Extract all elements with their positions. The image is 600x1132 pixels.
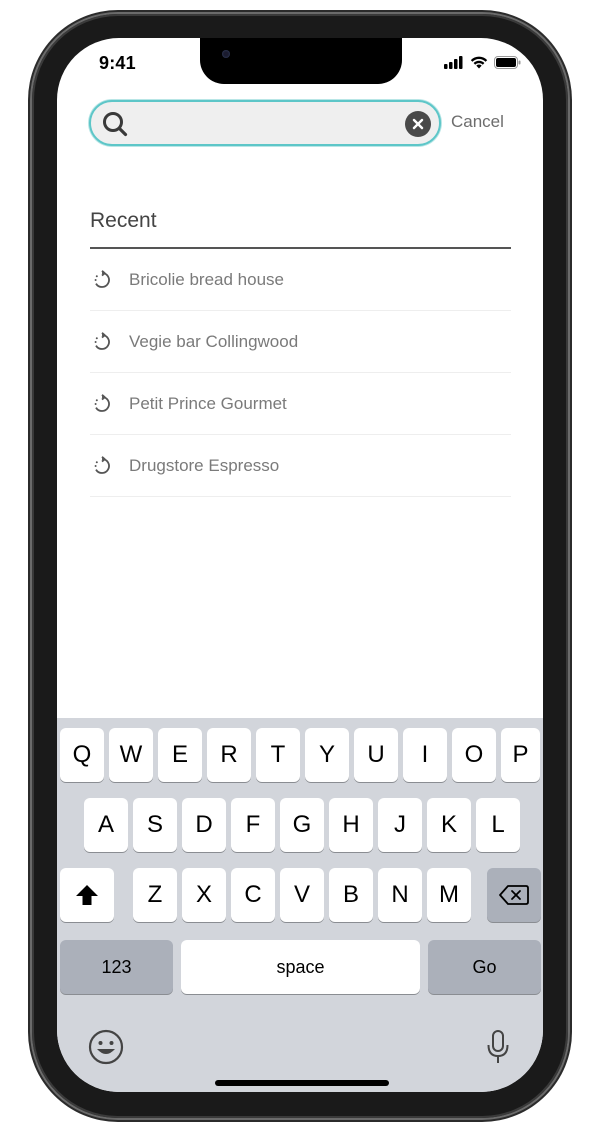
keyboard: Q W E R T Y U I O P A S D F G H J K L Z …	[57, 718, 543, 1092]
key-p[interactable]: P	[501, 728, 540, 782]
dictation-button[interactable]	[485, 1028, 515, 1068]
key-k[interactable]: K	[427, 798, 471, 852]
history-icon	[94, 393, 110, 412]
cancel-button[interactable]: Cancel	[451, 112, 504, 132]
key-g[interactable]: G	[280, 798, 324, 852]
key-e[interactable]: E	[158, 728, 202, 782]
key-q[interactable]: Q	[60, 728, 104, 782]
notch	[200, 38, 402, 84]
history-icon	[94, 269, 110, 288]
key-y[interactable]: Y	[305, 728, 349, 782]
phone-screen: 9:41 Cancel Recent Bricolie bread house …	[57, 38, 543, 1092]
key-i[interactable]: I	[403, 728, 447, 782]
shift-key[interactable]	[60, 868, 114, 922]
key-f[interactable]: F	[231, 798, 275, 852]
clear-search-button[interactable]	[405, 111, 431, 137]
backspace-icon	[499, 885, 529, 905]
cellular-signal-icon	[444, 56, 463, 69]
microphone-icon	[487, 1030, 509, 1063]
history-icon	[94, 455, 110, 474]
key-n[interactable]: N	[378, 868, 422, 922]
key-h[interactable]: H	[329, 798, 373, 852]
history-icon	[94, 331, 110, 350]
key-j[interactable]: J	[378, 798, 422, 852]
recent-item-label: Drugstore Espresso	[129, 455, 280, 475]
search-row: Cancel	[89, 100, 529, 146]
status-time: 9:41	[99, 53, 136, 73]
shift-icon	[76, 885, 98, 905]
key-w[interactable]: W	[109, 728, 153, 782]
status-icons	[444, 56, 521, 69]
key-z[interactable]: Z	[133, 868, 177, 922]
recent-item-label: Petit Prince Gourmet	[129, 393, 287, 413]
key-a[interactable]: A	[84, 798, 128, 852]
recent-item[interactable]: Vegie bar Collingwood	[90, 311, 511, 373]
search-input[interactable]	[135, 108, 389, 140]
key-x[interactable]: X	[182, 868, 226, 922]
clear-circle-icon	[412, 118, 424, 130]
key-t[interactable]: T	[256, 728, 300, 782]
recent-item[interactable]: Bricolie bread house	[90, 249, 511, 311]
space-key[interactable]: space	[181, 940, 420, 994]
emoji-button[interactable]	[87, 1028, 127, 1068]
recent-heading: Recent	[90, 209, 157, 232]
emoji-icon	[88, 1029, 124, 1065]
recent-item[interactable]: Petit Prince Gourmet	[90, 373, 511, 435]
numbers-key[interactable]: 123	[60, 940, 173, 994]
key-u[interactable]: U	[354, 728, 398, 782]
key-o[interactable]: O	[452, 728, 496, 782]
home-indicator	[215, 1080, 389, 1086]
recent-list: Bricolie bread house Vegie bar Collingwo…	[90, 249, 511, 497]
key-v[interactable]: V	[280, 868, 324, 922]
recent-item[interactable]: Drugstore Espresso	[90, 435, 511, 497]
key-r[interactable]: R	[207, 728, 251, 782]
key-s[interactable]: S	[133, 798, 177, 852]
wifi-icon	[470, 56, 488, 69]
key-c[interactable]: C	[231, 868, 275, 922]
battery-icon	[494, 56, 521, 69]
go-key[interactable]: Go	[428, 940, 541, 994]
front-camera	[222, 50, 230, 58]
key-b[interactable]: B	[329, 868, 373, 922]
key-l[interactable]: L	[476, 798, 520, 852]
recent-item-label: Bricolie bread house	[129, 269, 284, 289]
backspace-key[interactable]	[487, 868, 541, 922]
page: 9:41 Cancel Recent Bricolie bread house …	[0, 0, 600, 1132]
search-icon	[103, 112, 128, 137]
search-box[interactable]	[89, 100, 441, 146]
recent-item-label: Vegie bar Collingwood	[129, 331, 299, 351]
key-m[interactable]: M	[427, 868, 471, 922]
key-d[interactable]: D	[182, 798, 226, 852]
